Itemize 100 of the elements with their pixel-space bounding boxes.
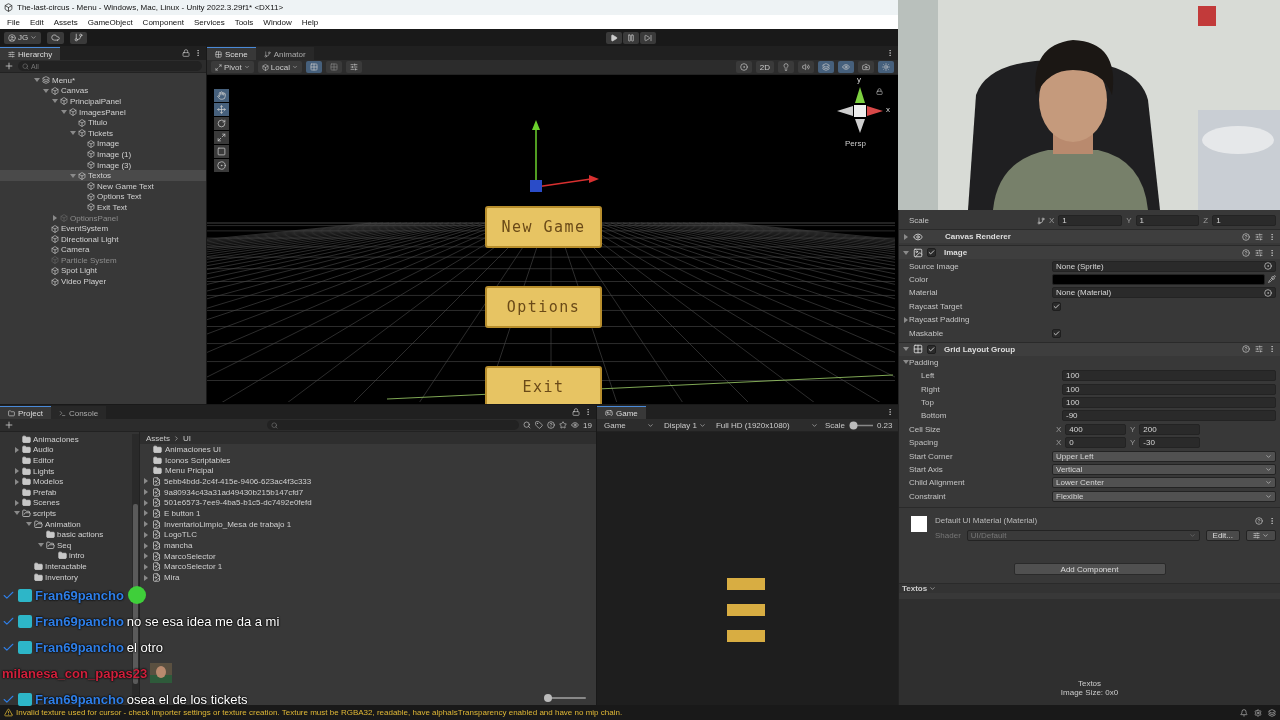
menubar-entry[interactable]: Component [137, 17, 189, 27]
object-field[interactable]: None (Sprite) [1052, 260, 1276, 272]
hierarchy-item[interactable]: Exit Text [0, 202, 206, 213]
transform-tool[interactable] [214, 159, 229, 172]
foldout-arrow-icon[interactable] [14, 468, 20, 475]
menubar-entry[interactable]: Window [258, 17, 297, 27]
rect-tool[interactable] [214, 145, 229, 158]
number-field[interactable]: 100 [1062, 397, 1276, 409]
hierarchy-item[interactable]: Image (3) [0, 159, 206, 171]
menubar-entry[interactable]: Assets [48, 17, 83, 27]
asset-item[interactable]: InventarioLimpio_Mesa de trabajo 1 [140, 518, 596, 530]
menubar-entry[interactable]: GameObject [82, 17, 138, 27]
menubar-entry[interactable]: File [2, 17, 25, 27]
panel-tab[interactable]: Scene [207, 47, 256, 60]
folder-item[interactable]: Audio [0, 444, 132, 456]
collab-button[interactable] [70, 31, 88, 44]
folder-item[interactable]: Modelos [0, 476, 132, 487]
hierarchy-item[interactable]: Titulo [0, 117, 206, 128]
foldout-arrow-icon[interactable] [34, 77, 40, 84]
asset-item[interactable]: Iconos Scriptables [140, 454, 596, 466]
foldout-arrow-icon[interactable] [14, 510, 20, 517]
number-field[interactable]: 400 [1065, 423, 1126, 435]
edit-button[interactable]: Edit... [1205, 530, 1240, 542]
asset-item[interactable]: Menu Pricipal [140, 465, 596, 477]
menubar-entry[interactable]: Help [296, 17, 324, 27]
foldout-arrow-icon[interactable] [43, 87, 49, 94]
folder-item[interactable]: scripts [0, 508, 132, 519]
mode-2d-button[interactable]: 2D [755, 61, 774, 73]
space-dropdown[interactable]: Local [257, 61, 302, 73]
effects-button[interactable] [818, 61, 834, 73]
menubar-entry[interactable]: Services [188, 17, 230, 27]
folder-item[interactable]: Inventory [0, 571, 132, 583]
foldout-arrow-icon[interactable] [14, 478, 20, 485]
gizmos-button[interactable] [878, 61, 894, 73]
menubar-entry[interactable]: Edit [24, 17, 49, 27]
folder-item[interactable]: Seq [0, 539, 132, 551]
asset-item[interactable]: E button 1 [140, 508, 596, 519]
asset-item[interactable]: MarcoSelector 1 [140, 561, 596, 573]
foldout-arrow-icon[interactable] [61, 109, 67, 116]
number-field[interactable]: 1 [1058, 215, 1123, 227]
breadcrumb-link[interactable]: Assets [146, 433, 170, 443]
asset-item[interactable]: LogoTLC [140, 529, 596, 541]
breadcrumb-link[interactable]: UI [183, 433, 191, 443]
component-checkbox[interactable] [927, 248, 936, 258]
grid-snap-button[interactable] [305, 61, 322, 73]
hierarchy-item[interactable]: Spot Light [0, 265, 206, 277]
number-field[interactable]: 100 [1062, 370, 1276, 382]
account-button[interactable]: JG [4, 31, 42, 44]
asset-item[interactable]: 5ebb4bdd-2c4f-415e-9406-623ac4f3c333 [140, 476, 596, 487]
menu-button[interactable] [1246, 530, 1276, 542]
rotate-tool[interactable] [214, 117, 229, 130]
folder-item[interactable]: intro [0, 550, 132, 562]
hierarchy-tab[interactable]: Hierarchy [0, 47, 61, 60]
pause-button[interactable] [623, 31, 639, 44]
view-dropdown[interactable]: Game [601, 420, 657, 430]
property-checkbox[interactable] [1052, 328, 1061, 338]
dropdown-field[interactable]: Upper Left [1052, 450, 1276, 462]
asset-item[interactable]: mancha [140, 540, 596, 551]
asset-item[interactable]: 501e6573-7ee9-4ba5-b1c5-dc7492e0fefd [140, 497, 596, 509]
lighting-button[interactable] [778, 61, 794, 73]
folder-item[interactable]: Animaciones [0, 434, 132, 445]
dropdown-field[interactable]: Lower Center [1052, 477, 1276, 489]
folder-item[interactable]: Scenes [0, 497, 132, 509]
hand-tool[interactable] [214, 89, 229, 102]
projection-toggle[interactable]: Persp [845, 139, 866, 148]
hierarchy-item[interactable]: Image (1) [0, 149, 206, 160]
snap-button[interactable] [325, 61, 342, 73]
panel-tab[interactable]: Animator [255, 47, 314, 60]
folder-item[interactable]: Interactable [0, 561, 132, 572]
foldout-arrow-icon[interactable] [38, 542, 44, 549]
pivot-dropdown[interactable]: Pivot [211, 61, 254, 73]
folder-item[interactable]: basic actions [0, 529, 132, 540]
component-checkbox[interactable] [927, 344, 936, 354]
property-checkbox[interactable] [1052, 301, 1061, 311]
shading-button[interactable] [735, 61, 752, 73]
visibility-button[interactable] [838, 61, 854, 73]
foldout-arrow-icon[interactable] [70, 130, 76, 137]
number-field[interactable]: 1 [1135, 215, 1200, 227]
asset-item[interactable]: 9a80934c43a31ad49430b215b147cfd7 [140, 486, 596, 498]
hierarchy-item[interactable]: Options Text [0, 191, 206, 203]
foldout-arrow-icon[interactable] [26, 521, 32, 528]
game-tab[interactable]: Game [597, 406, 646, 419]
hierarchy-item[interactable]: New Game Text [0, 180, 206, 192]
dropdown-field[interactable]: Vertical [1052, 464, 1276, 476]
hierarchy-item[interactable]: PrincipalPanel [0, 96, 206, 107]
foldout-arrow-icon[interactable] [903, 359, 909, 366]
hierarchy-item[interactable]: Canvas [0, 85, 206, 97]
display-dropdown[interactable]: Display 1 [661, 420, 709, 430]
hierarchy-item[interactable]: ImagesPanel [0, 106, 206, 118]
audio-button[interactable] [798, 61, 814, 73]
hierarchy-item[interactable]: EventSystem [0, 223, 206, 234]
color-field[interactable] [1052, 273, 1265, 285]
component-header[interactable]: Image [899, 245, 1280, 260]
number-field[interactable]: -30 [1139, 437, 1200, 449]
search-field[interactable] [266, 420, 520, 430]
object-field[interactable]: None (Material) [1052, 287, 1276, 299]
foldout-arrow-icon[interactable] [903, 316, 909, 323]
number-field[interactable]: 100 [1062, 383, 1276, 395]
panel-tab[interactable]: Console [50, 406, 107, 419]
foldout-arrow-icon[interactable] [52, 98, 58, 105]
